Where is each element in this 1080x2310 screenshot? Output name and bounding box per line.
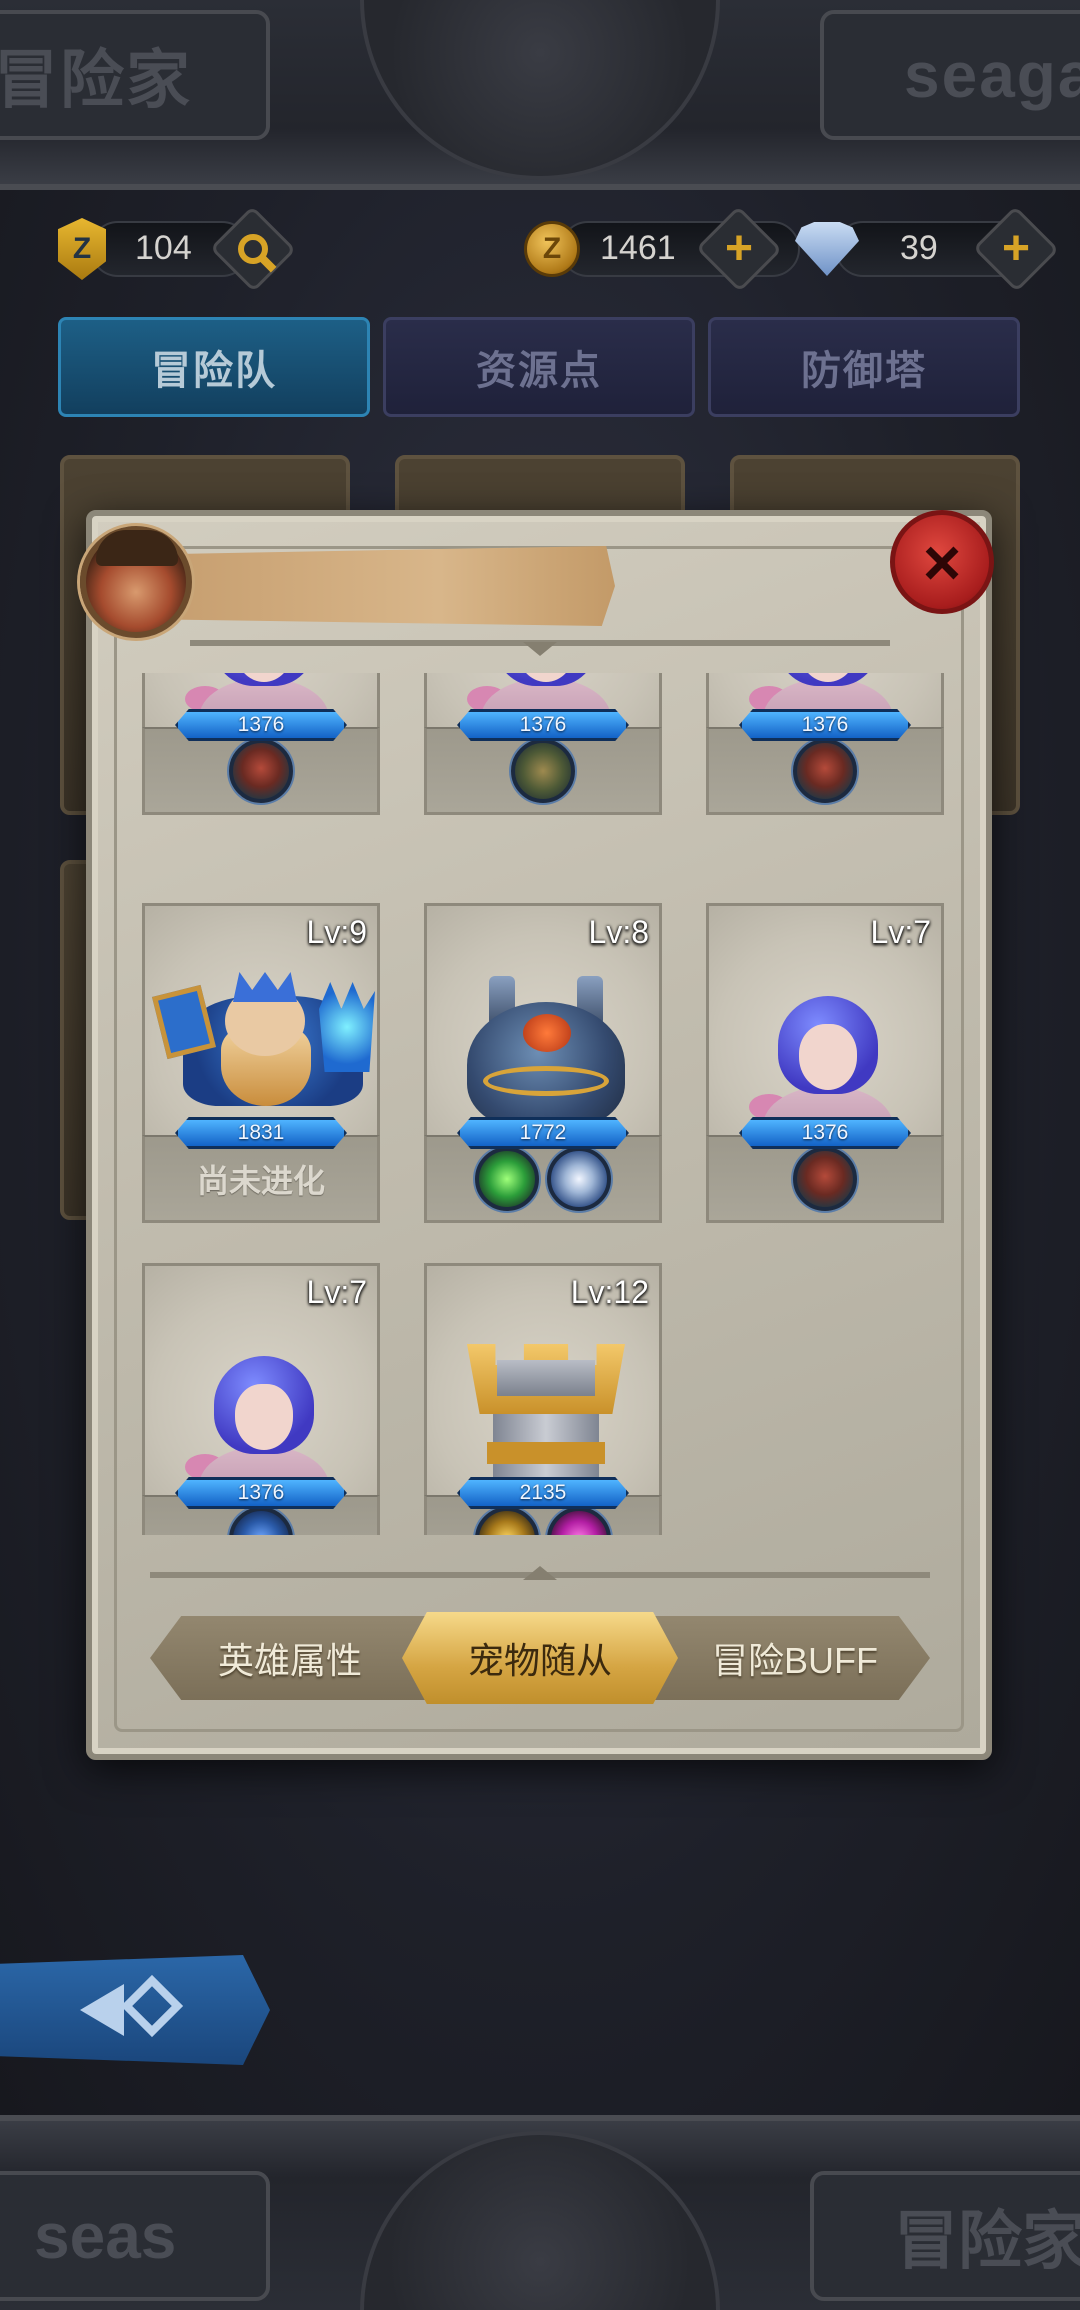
top-banner-plate-left: 冒险家 — [0, 10, 270, 140]
badge-resource: Z 104 — [50, 205, 297, 293]
plus-icon: + — [1001, 222, 1031, 275]
tab-label: 资源点 — [476, 349, 602, 393]
bandit-skill-icon[interactable] — [229, 738, 293, 803]
panel-tab-label: 冒险BUFF — [712, 1640, 878, 1681]
top-banner-left-text: 冒险家 — [0, 44, 192, 116]
tab-label: 冒险队 — [151, 349, 277, 393]
main-tabs: 冒险队 资源点 防御塔 — [58, 317, 1023, 417]
close-button[interactable]: × — [890, 510, 994, 614]
bottom-banner-left-text: seas — [34, 2200, 177, 2272]
pet-portrait: Lv:7 — [142, 1263, 380, 1498]
pet-level: Lv:7 — [306, 1274, 367, 1310]
not-evolved-label: 尚未进化 — [196, 1162, 325, 1199]
pet-card[interactable]: 1376 — [424, 673, 662, 815]
pet-portrait: Lv:12 — [424, 1263, 662, 1498]
panel-tab-label: 宠物随从 — [467, 1640, 612, 1681]
bandit-skill-icon[interactable] — [793, 1146, 857, 1211]
pet-power-bar: 1376 — [175, 1477, 347, 1509]
pet-power-bar: 1376 — [739, 709, 911, 741]
shell-value: 39 — [900, 229, 938, 267]
pet-card[interactable]: Lv:9 尚未进化 1831 — [142, 903, 380, 1223]
pirate-hero-avatar — [80, 526, 192, 638]
top-emblem — [360, 0, 720, 180]
panel-tab-label: 英雄属性 — [217, 1640, 362, 1681]
pet-power-bar: 1376 — [739, 1117, 911, 1149]
pet-power-bar: 1831 — [175, 1117, 347, 1149]
shell-resource: 39 + — [795, 205, 1060, 293]
top-banner-plate-right: seaga — [820, 10, 1080, 140]
tab-label: 防御塔 — [801, 349, 927, 393]
bottom-banner-plate-right: 冒险家 — [810, 2171, 1080, 2301]
coin-value: 1461 — [600, 229, 676, 267]
pet-portrait: Lv:8 — [424, 903, 662, 1135]
gold-skill-icon[interactable] — [475, 1506, 539, 1535]
pet-card[interactable]: 1376 — [142, 673, 380, 815]
shield-skill-icon[interactable] — [547, 1146, 611, 1211]
add-shells-button[interactable]: + — [972, 205, 1060, 293]
badge-value: 104 — [135, 229, 192, 267]
pet-card[interactable]: 1376 — [706, 673, 944, 815]
plus-icon: + — [724, 222, 754, 275]
bottom-banner: seas 冒险家 — [0, 2115, 1080, 2310]
bottom-banner-right-text: 冒险家 — [894, 2205, 1080, 2277]
pet-portrait: Lv:9 — [142, 903, 380, 1135]
search-icon — [238, 234, 268, 264]
tab-adventure-buff[interactable]: 冒险BUFF — [670, 1612, 920, 1704]
tab-resource-point[interactable]: 资源点 — [383, 317, 695, 417]
pet-level: Lv:9 — [306, 914, 367, 950]
pet-level: Lv:8 — [588, 914, 649, 950]
close-x-icon: × — [922, 525, 962, 599]
tab-defense-tower[interactable]: 防御塔 — [708, 317, 1020, 417]
heal-skill-icon[interactable] — [475, 1146, 539, 1211]
tab-pet-followers[interactable]: 宠物随从 — [402, 1612, 678, 1704]
pet-card[interactable]: Lv:12 2135 — [424, 1263, 662, 1535]
pet-grid[interactable]: 1376 1376 1376 Lv:9 尚未进化 1831 Lv:8 1772 … — [130, 673, 950, 1535]
z-badge-icon: Z — [50, 215, 114, 283]
pet-card[interactable]: Lv:7 1376 — [142, 1263, 380, 1535]
top-banner-right-text: seaga — [904, 39, 1080, 111]
pet-level: Lv:7 — [870, 914, 931, 950]
pet-power-bar: 2135 — [457, 1477, 629, 1509]
pet-card[interactable]: Lv:8 1772 — [424, 903, 662, 1223]
tab-adventure-team[interactable]: 冒险队 — [58, 317, 370, 417]
magenta-skill-icon[interactable] — [547, 1506, 611, 1535]
pet-level: Lv:12 — [570, 1274, 649, 1310]
shell-icon — [795, 215, 859, 283]
back-button[interactable] — [0, 1955, 270, 2065]
add-coins-button[interactable]: + — [695, 205, 783, 293]
gold-coin-icon: Z — [520, 215, 584, 283]
pet-power-bar: 1772 — [457, 1117, 629, 1149]
bottom-emblem — [360, 2131, 720, 2310]
pet-card[interactable]: Lv:7 1376 — [706, 903, 944, 1223]
bottom-banner-plate-left: seas — [0, 2171, 270, 2301]
pet-power-bar: 1376 — [457, 709, 629, 741]
panel-tabs: 英雄属性 宠物随从 冒险BUFF — [150, 1612, 930, 1704]
bandit-skill-icon[interactable] — [793, 738, 857, 803]
back-arrow-icon — [80, 1974, 190, 2040]
hero-name-ribbon — [175, 546, 615, 626]
pet-power-bar: 1376 — [175, 709, 347, 741]
pet-portrait: Lv:7 — [706, 903, 944, 1138]
rock-skill-icon[interactable] — [511, 738, 575, 803]
tab-hero-attributes[interactable]: 英雄属性 — [170, 1612, 410, 1704]
seal-skill-icon[interactable] — [229, 1506, 293, 1535]
top-banner: 冒险家 seaga — [0, 0, 1080, 190]
